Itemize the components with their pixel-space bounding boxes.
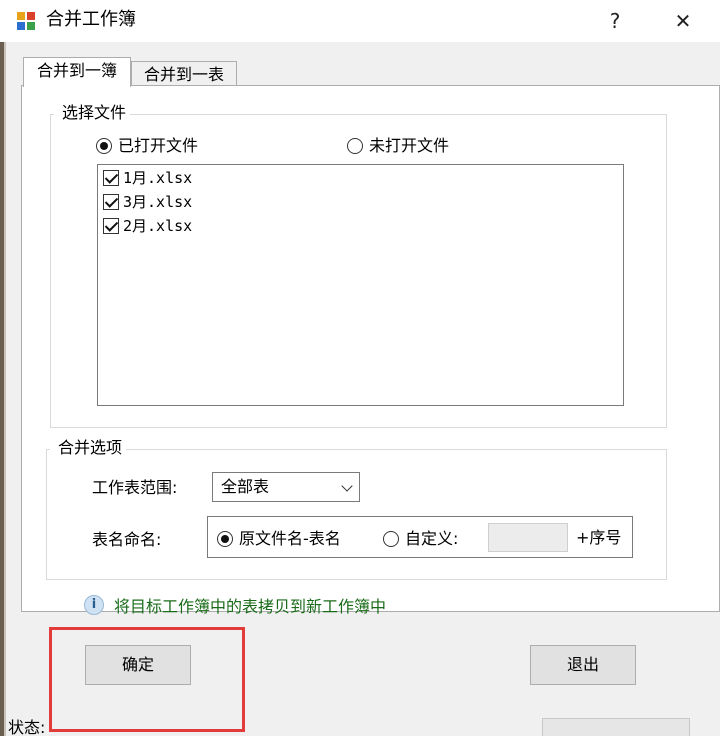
radio-selected-icon bbox=[217, 531, 233, 547]
chevron-down-icon bbox=[341, 480, 353, 492]
info-text: 将目标工作簿中的表拷贝到新工作簿中 bbox=[114, 597, 387, 616]
file-list-item[interactable]: 1月.xlsx bbox=[103, 167, 192, 189]
tab-merge-to-workbook[interactable]: 合并到一簿 bbox=[23, 57, 131, 87]
radio-unopened-files[interactable]: 未打开文件 bbox=[347, 135, 449, 157]
radio-unopened-files-label: 未打开文件 bbox=[369, 136, 450, 155]
sheet-range-select[interactable]: 全部表 bbox=[212, 472, 360, 502]
title-bar: 合并工作簿 ? ✕ bbox=[0, 0, 720, 42]
serial-suffix-label: +序号 bbox=[576, 528, 622, 547]
radio-opened-files-label: 已打开文件 bbox=[118, 136, 199, 155]
sheet-naming-label: 表名命名: bbox=[92, 530, 162, 549]
file-list-item[interactable]: 3月.xlsx bbox=[103, 191, 192, 213]
radio-custom-name[interactable]: 自定义: bbox=[383, 528, 458, 550]
window-title: 合并工作簿 bbox=[46, 9, 136, 30]
radio-original-name[interactable]: 原文件名-表名 bbox=[217, 528, 341, 550]
file-name: 3月.xlsx bbox=[123, 193, 193, 211]
background-strip-edge bbox=[4, 42, 6, 736]
radio-unselected-icon bbox=[347, 138, 363, 154]
checkbox-checked-icon[interactable] bbox=[103, 170, 119, 186]
status-box bbox=[542, 718, 690, 736]
close-button[interactable]: ✕ bbox=[666, 6, 700, 36]
tab-merge-to-sheet[interactable]: 合并到一表 bbox=[131, 61, 237, 88]
info-icon: i bbox=[84, 595, 104, 615]
merge-workbook-dialog: 合并工作簿 ? ✕ 合并到一簿 合并到一表 选择文件 已打开文件 未打开文件 1… bbox=[0, 0, 720, 737]
checkbox-checked-icon[interactable] bbox=[103, 218, 119, 234]
radio-opened-files[interactable]: 已打开文件 bbox=[96, 135, 198, 157]
help-button[interactable]: ? bbox=[598, 6, 632, 36]
options-group-legend: 合并选项 bbox=[50, 438, 127, 458]
file-list-item[interactable]: 2月.xlsx bbox=[103, 215, 192, 237]
checkbox-checked-icon[interactable] bbox=[103, 194, 119, 210]
radio-custom-name-label: 自定义: bbox=[405, 529, 459, 548]
custom-name-input[interactable] bbox=[488, 523, 568, 552]
file-group-legend: 选择文件 bbox=[54, 103, 131, 123]
file-name: 1月.xlsx bbox=[123, 169, 193, 187]
exit-button[interactable]: 退出 bbox=[530, 645, 636, 685]
file-list[interactable]: 1月.xlsx 3月.xlsx 2月.xlsx bbox=[97, 164, 624, 406]
sheet-range-label: 工作表范围: bbox=[92, 478, 178, 497]
file-name: 2月.xlsx bbox=[123, 217, 193, 235]
highlight-box bbox=[49, 627, 245, 732]
radio-unselected-icon bbox=[383, 531, 399, 547]
radio-selected-icon bbox=[96, 138, 112, 154]
info-message: i 将目标工作簿中的表拷贝到新工作簿中 bbox=[84, 593, 386, 617]
app-icon bbox=[17, 12, 35, 30]
radio-original-name-label: 原文件名-表名 bbox=[239, 529, 341, 548]
sheet-range-value: 全部表 bbox=[221, 477, 270, 496]
options-group bbox=[46, 449, 667, 580]
